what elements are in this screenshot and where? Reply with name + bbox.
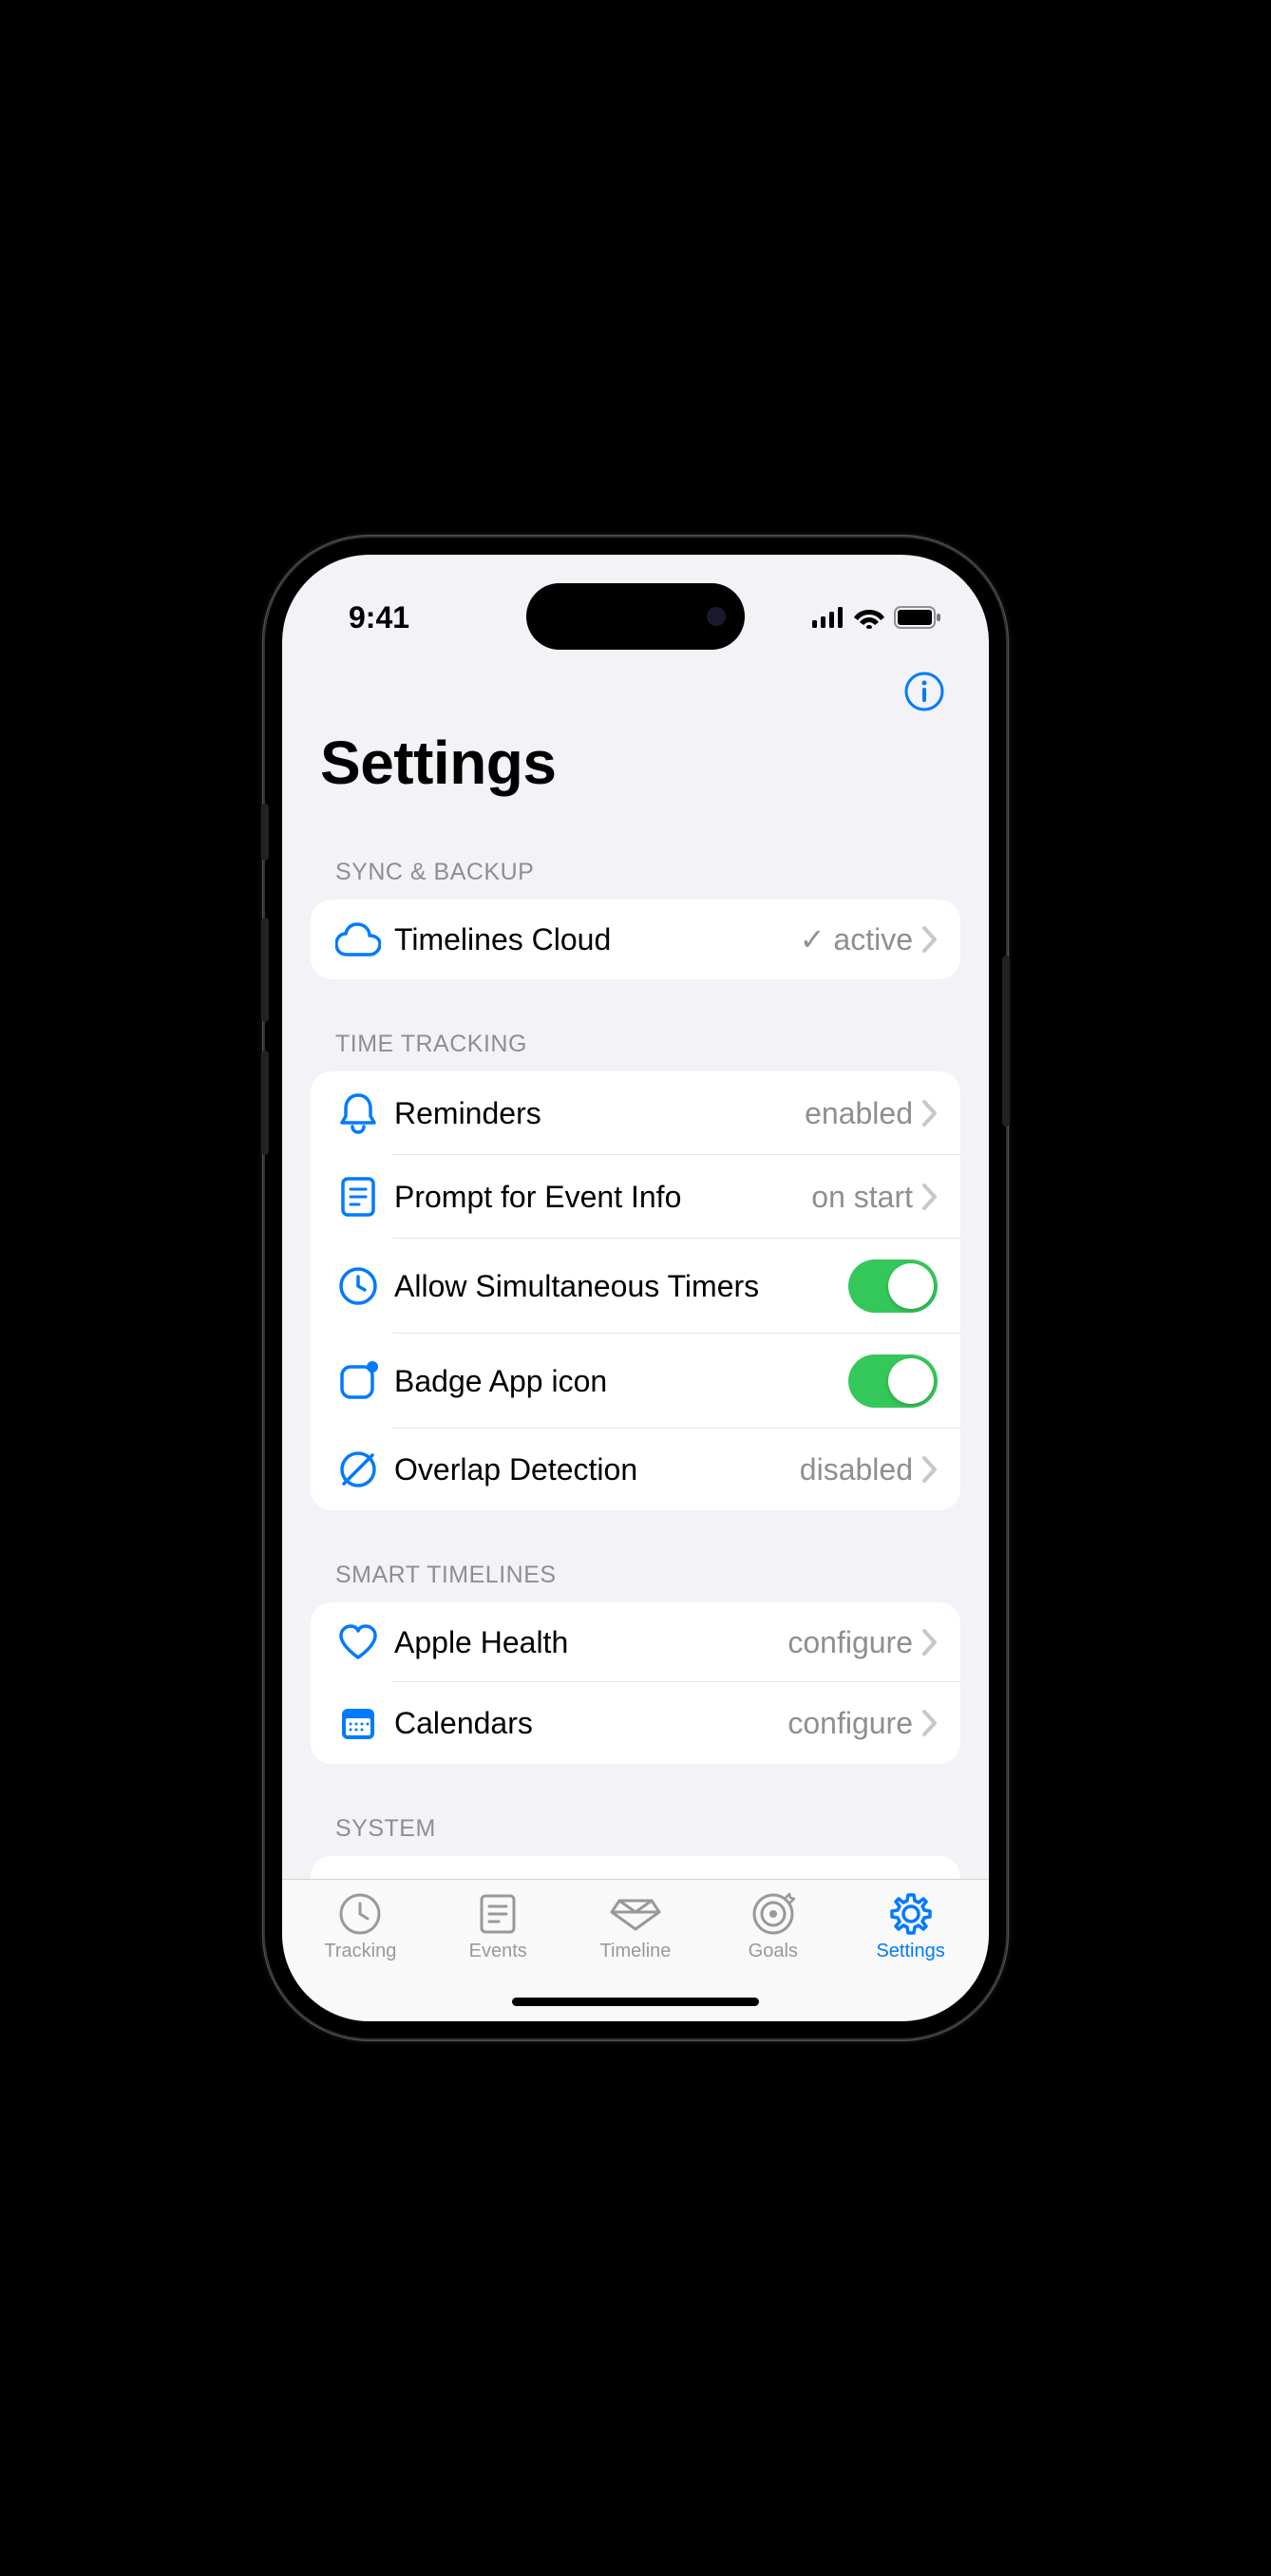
tab-label: Events	[469, 1941, 527, 1962]
row-label: Prompt for Event Info	[389, 1180, 811, 1215]
gear-icon	[889, 1891, 933, 1937]
chevron-right-icon	[922, 1184, 938, 1210]
row-label: Overlap Detection	[389, 1452, 800, 1487]
content-area[interactable]: Settings SYNC & BACKUP Timelines Cloud a…	[282, 650, 989, 1879]
section-group-tracking: Reminders enabled Prompt for Event Info …	[311, 1071, 960, 1510]
row-prompt-event-info[interactable]: Prompt for Event Info on start	[311, 1155, 960, 1239]
row-value: disabled	[800, 1452, 913, 1487]
section-group-sync: Timelines Cloud active	[311, 900, 960, 979]
section-group-system: Apple Watch	[311, 1856, 960, 1879]
circle-slash-icon	[328, 1449, 389, 1489]
status-indicators	[812, 606, 941, 629]
wifi-icon	[854, 606, 884, 629]
row-value: on start	[811, 1180, 913, 1215]
tab-tracking[interactable]: Tracking	[292, 1891, 429, 1962]
chevron-right-icon	[922, 1629, 938, 1656]
bell-icon	[328, 1092, 389, 1134]
cellular-icon	[812, 607, 844, 628]
side-button	[261, 1051, 269, 1155]
row-calendars[interactable]: Calendars configure	[311, 1682, 960, 1764]
row-label: Reminders	[389, 1096, 805, 1131]
row-label: Allow Simultaneous Timers	[389, 1269, 848, 1304]
row-value: enabled	[805, 1096, 913, 1131]
side-button	[1002, 956, 1010, 1127]
clock-icon	[328, 1266, 389, 1306]
tab-events[interactable]: Events	[429, 1891, 567, 1962]
nav-header	[311, 650, 960, 720]
row-value: configure	[787, 1625, 913, 1660]
row-label: Apple Health	[389, 1625, 787, 1660]
chevron-right-icon	[922, 926, 938, 953]
row-value: active	[800, 921, 913, 957]
section-header-system: SYSTEM	[311, 1792, 960, 1856]
target-icon	[751, 1891, 795, 1937]
device-frame: 9:41 Settings	[265, 538, 1006, 2038]
section-header-sync: SYNC & BACKUP	[311, 836, 960, 900]
toggle-simultaneous-timers[interactable]	[848, 1260, 938, 1313]
side-button	[261, 804, 269, 861]
row-label: Calendars	[389, 1706, 787, 1741]
side-button	[261, 918, 269, 1022]
info-icon	[904, 672, 944, 711]
section-group-smart: Apple Health configure Calendars configu…	[311, 1602, 960, 1764]
row-overlap-detection[interactable]: Overlap Detection disabled	[311, 1429, 960, 1510]
info-button[interactable]	[901, 669, 947, 714]
tab-goals[interactable]: Goals	[704, 1891, 842, 1962]
section-header-smart: SMART TIMELINES	[311, 1539, 960, 1602]
cloud-icon	[328, 922, 389, 957]
app-badge-icon	[328, 1361, 389, 1401]
note-icon	[328, 1176, 389, 1218]
row-timelines-cloud[interactable]: Timelines Cloud active	[311, 900, 960, 979]
row-label: Timelines Cloud	[389, 922, 800, 957]
watch-icon	[328, 1877, 389, 1879]
tab-timeline[interactable]: Timeline	[567, 1891, 705, 1962]
toggle-badge-app-icon[interactable]	[848, 1354, 938, 1408]
diamond-icon	[610, 1891, 661, 1937]
home-indicator[interactable]	[512, 1998, 759, 2006]
screen: 9:41 Settings	[282, 555, 989, 2021]
tab-label: Tracking	[324, 1941, 396, 1962]
chevron-right-icon	[922, 1100, 938, 1127]
row-apple-health[interactable]: Apple Health configure	[311, 1602, 960, 1682]
dynamic-island	[526, 583, 745, 650]
tab-label: Goals	[749, 1941, 798, 1962]
tab-label: Settings	[876, 1941, 944, 1962]
section-header-tracking: TIME TRACKING	[311, 1008, 960, 1071]
status-time: 9:41	[330, 600, 409, 635]
clock-outline-icon	[338, 1891, 382, 1937]
calendar-icon	[328, 1703, 389, 1743]
row-reminders[interactable]: Reminders enabled	[311, 1071, 960, 1155]
row-label: Badge App icon	[389, 1364, 848, 1399]
chevron-right-icon	[922, 1456, 938, 1483]
battery-icon	[894, 606, 941, 629]
page-title: Settings	[311, 720, 960, 836]
heart-icon	[328, 1623, 389, 1661]
chevron-right-icon	[922, 1710, 938, 1736]
row-apple-watch[interactable]: Apple Watch	[311, 1856, 960, 1879]
tab-label: Timeline	[600, 1941, 672, 1962]
row-badge-app-icon: Badge App icon	[311, 1334, 960, 1429]
row-value: configure	[787, 1706, 913, 1741]
list-icon	[478, 1891, 518, 1937]
tab-settings[interactable]: Settings	[842, 1891, 979, 1962]
row-simultaneous-timers: Allow Simultaneous Timers	[311, 1239, 960, 1334]
